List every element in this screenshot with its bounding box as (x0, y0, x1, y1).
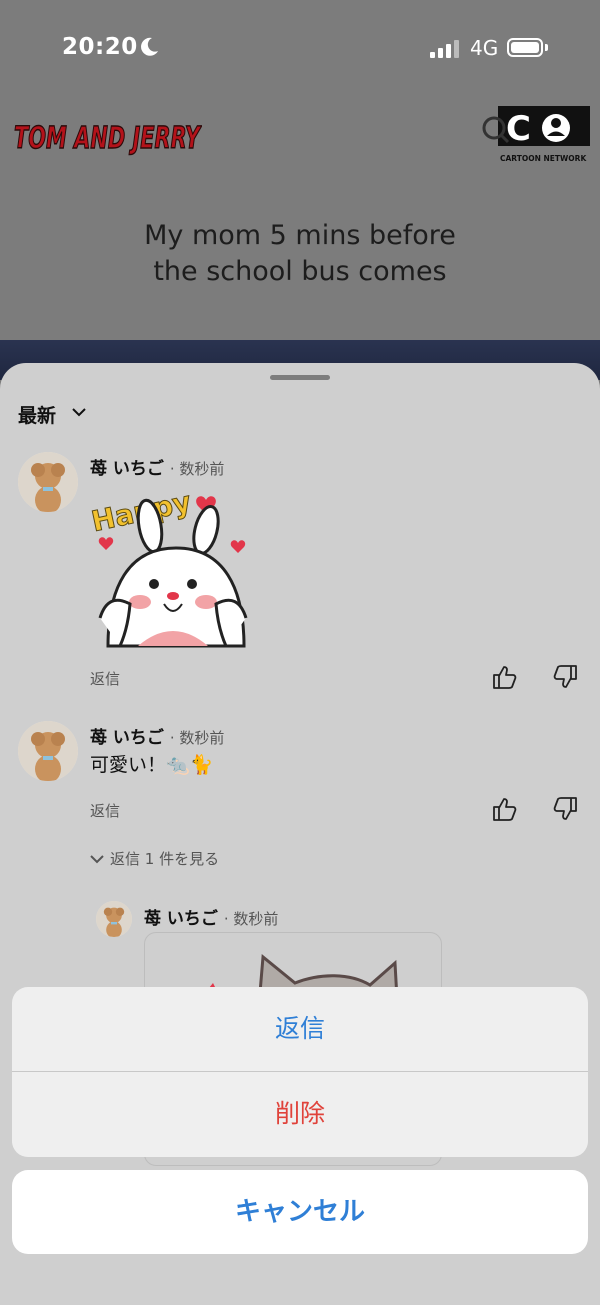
view-replies-label: 返信 1 件を見る (110, 850, 220, 868)
network-type: 4G (470, 36, 499, 60)
avatar[interactable] (18, 452, 78, 512)
sheet-grabber[interactable] (270, 375, 330, 380)
moon-icon (141, 37, 158, 56)
status-bar: 20:20 4G (0, 0, 600, 96)
reply-button[interactable]: 返信 (90, 668, 120, 689)
chevron-down-icon[interactable] (72, 407, 86, 417)
comment-time: · 数秒前 (169, 729, 225, 747)
comment-author[interactable]: 苺 いちご · 数秒前 (90, 723, 224, 748)
channel-logo-text: CARTOON NETWORK (500, 154, 587, 163)
channel-logo: C CARTOON NETWORK (482, 106, 590, 163)
show-logo-text: TOM AND JERRY (14, 121, 202, 156)
cellular-signal-icon (430, 40, 459, 58)
battery-icon (507, 38, 543, 57)
reply-action-button[interactable]: 返信 (12, 987, 588, 1071)
svg-text:C: C (506, 109, 531, 149)
comment-time: · 数秒前 (169, 460, 225, 478)
caption-line-2: the school bus comes (153, 256, 447, 287)
caption-line-1: My mom 5 mins before (144, 220, 456, 251)
chevron-down-icon (90, 855, 104, 864)
dislike-icon[interactable] (552, 796, 578, 822)
video-caption: My mom 5 mins before the school bus come… (0, 218, 600, 290)
view-replies-button[interactable]: 返信 1 件を見る (90, 848, 219, 869)
poodle-avatar-icon (96, 901, 132, 937)
avatar[interactable] (18, 721, 78, 781)
status-time: 20:20 (62, 34, 138, 60)
cancel-button[interactable]: キャンセル (12, 1170, 588, 1254)
author-name[interactable]: 苺 いちご (90, 728, 164, 748)
poodle-avatar-icon (18, 721, 78, 781)
author-name[interactable]: 苺 いちご (90, 459, 164, 479)
reply-button[interactable]: 返信 (90, 800, 120, 821)
battery-tip (545, 44, 548, 51)
comment-text: 可愛い！🐀🐈 (90, 754, 214, 776)
like-icon[interactable] (492, 664, 518, 690)
comment-author[interactable]: 苺 いちご · 数秒前 (90, 454, 224, 479)
comment-time: · 数秒前 (223, 910, 279, 928)
reply-author[interactable]: 苺 いちご · 数秒前 (144, 904, 278, 929)
show-logo: TOM AND JERRY (13, 120, 202, 156)
poodle-avatar-icon (18, 452, 78, 512)
happy-bunny-sticker: Happy (88, 484, 248, 648)
action-sheet: 返信 削除 (12, 987, 588, 1157)
dislike-icon[interactable] (552, 664, 578, 690)
sort-dropdown[interactable]: 最新 (18, 401, 56, 428)
comments-sheet: 最新 苺 いちご · 数秒前 Happy 返信 (0, 363, 600, 1305)
avatar[interactable] (96, 901, 132, 937)
like-icon[interactable] (492, 796, 518, 822)
delete-action-button[interactable]: 削除 (12, 1072, 588, 1156)
author-name[interactable]: 苺 いちご (144, 909, 218, 929)
